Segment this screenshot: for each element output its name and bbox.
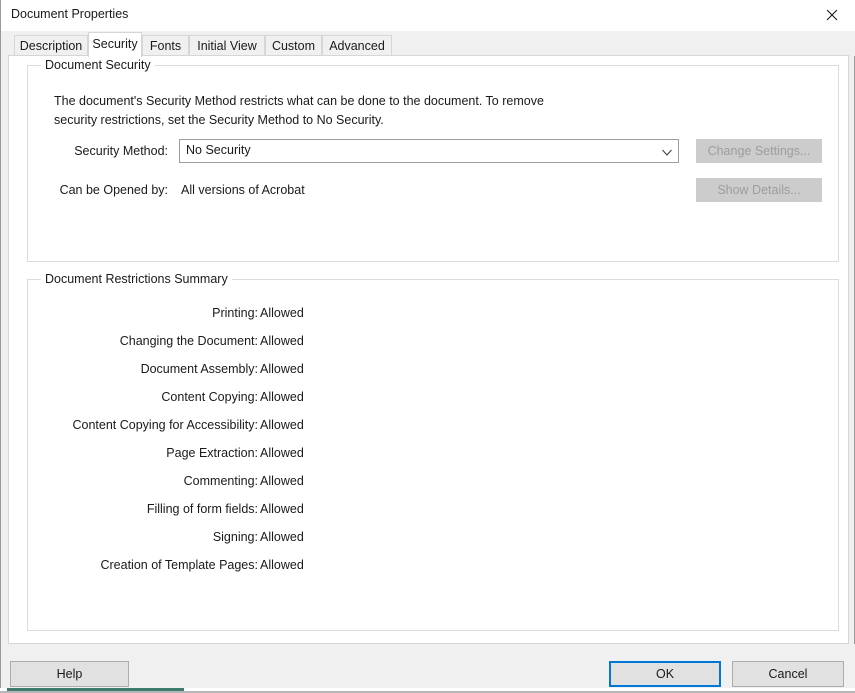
- restriction-value: Allowed: [260, 502, 304, 516]
- document-security-group: Document Security The document's Securit…: [27, 65, 839, 262]
- restriction-row: Printing: Allowed: [28, 306, 840, 324]
- restriction-row: Content Copying: Allowed: [28, 390, 840, 408]
- restriction-label: Content Copying:: [28, 390, 258, 404]
- restriction-value: Allowed: [260, 474, 304, 488]
- security-method-value: No Security: [186, 143, 251, 157]
- title-bar: Document Properties: [1, 0, 855, 32]
- restriction-row: Filling of form fields: Allowed: [28, 502, 840, 520]
- restriction-label: Signing:: [28, 530, 258, 544]
- restriction-value: Allowed: [260, 334, 304, 348]
- restriction-label: Commenting:: [28, 474, 258, 488]
- ok-button[interactable]: OK: [609, 661, 721, 687]
- can-be-opened-by-label: Can be Opened by:: [28, 183, 168, 197]
- show-details-button[interactable]: Show Details...: [696, 178, 822, 202]
- document-restrictions-group: Document Restrictions Summary Printing: …: [27, 279, 839, 631]
- restriction-row: Signing: Allowed: [28, 530, 840, 548]
- document-security-legend: Document Security: [41, 58, 155, 72]
- restriction-value: Allowed: [260, 418, 304, 432]
- restriction-label: Changing the Document:: [28, 334, 258, 348]
- restriction-row: Changing the Document: Allowed: [28, 334, 840, 352]
- restriction-value: Allowed: [260, 306, 304, 320]
- restriction-value: Allowed: [260, 390, 304, 404]
- tab-strip: Description Security Fonts Initial View …: [1, 31, 855, 56]
- document-security-description: The document's Security Method restricts…: [54, 92, 544, 129]
- close-button[interactable]: [810, 0, 855, 30]
- restriction-label: Creation of Template Pages:: [28, 558, 258, 572]
- restriction-value: Allowed: [260, 362, 304, 376]
- tab-advanced[interactable]: Advanced: [322, 35, 392, 56]
- restriction-label: Filling of form fields:: [28, 502, 258, 516]
- tab-custom[interactable]: Custom: [265, 35, 322, 56]
- tab-security[interactable]: Security: [88, 32, 142, 57]
- restriction-row: Creation of Template Pages: Allowed: [28, 558, 840, 576]
- dialog-footer: Help OK Cancel: [1, 644, 855, 688]
- document-restrictions-legend: Document Restrictions Summary: [41, 272, 232, 286]
- tab-content-panel: Document Security The document's Securit…: [8, 55, 849, 644]
- window-title: Document Properties: [11, 7, 128, 21]
- restriction-row: Commenting: Allowed: [28, 474, 840, 492]
- restriction-label: Page Extraction:: [28, 446, 258, 460]
- restriction-value: Allowed: [260, 558, 304, 572]
- restriction-value: Allowed: [260, 446, 304, 460]
- chevron-down-icon: [661, 147, 673, 161]
- tab-fonts[interactable]: Fonts: [142, 35, 189, 56]
- restriction-label: Printing:: [28, 306, 258, 320]
- security-method-select[interactable]: No Security: [179, 139, 679, 163]
- restriction-label: Document Assembly:: [28, 362, 258, 376]
- cancel-button[interactable]: Cancel: [732, 661, 844, 687]
- security-method-label: Security Method:: [28, 144, 168, 158]
- tab-description[interactable]: Description: [14, 35, 88, 56]
- restriction-row: Document Assembly: Allowed: [28, 362, 840, 380]
- document-properties-dialog: Document Properties Description Security…: [0, 0, 855, 688]
- help-button[interactable]: Help: [10, 661, 129, 687]
- can-be-opened-by-value: All versions of Acrobat: [181, 183, 305, 197]
- restriction-value: Allowed: [260, 530, 304, 544]
- tab-initial-view[interactable]: Initial View: [189, 35, 265, 56]
- restriction-row: Content Copying for Accessibility: Allow…: [28, 418, 840, 436]
- restriction-label: Content Copying for Accessibility:: [28, 418, 258, 432]
- change-settings-button[interactable]: Change Settings...: [696, 139, 822, 163]
- restriction-row: Page Extraction: Allowed: [28, 446, 840, 464]
